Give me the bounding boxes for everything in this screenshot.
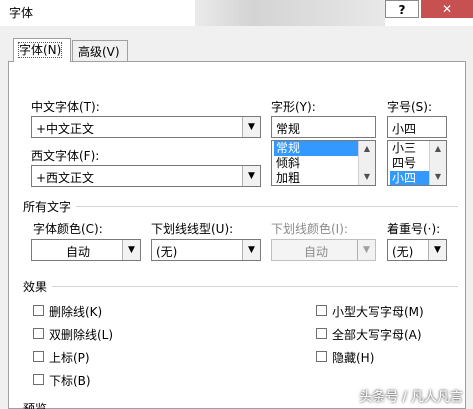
all-caps-checkbox[interactable]: [316, 328, 327, 339]
font-style-list[interactable]: 常规 倾斜 加粗 ▲ ▼: [271, 140, 376, 186]
all-text-heading: 所有文字: [23, 200, 72, 214]
list-item[interactable]: 倾斜: [274, 156, 300, 171]
tab-advanced-label: 高级(V): [78, 45, 120, 59]
chevron-down-icon[interactable]: ▼: [122, 240, 140, 260]
scroll-up-icon[interactable]: ▲: [359, 141, 375, 157]
list-item[interactable]: 常规: [274, 141, 358, 156]
list-item[interactable]: 小四: [390, 171, 429, 185]
font-style-input[interactable]: 常规: [271, 116, 376, 138]
chinese-font-label: 中文字体(T):: [31, 100, 100, 114]
list-item[interactable]: 加粗: [274, 171, 300, 185]
underline-style-label: 下划线线型(U):: [151, 222, 234, 236]
list-item[interactable]: 四号: [390, 156, 416, 171]
underline-style-value: (无): [156, 245, 178, 259]
emphasis-value: (无): [392, 245, 414, 259]
preview-heading: 预览: [23, 402, 48, 409]
scroll-down-icon[interactable]: ▼: [430, 169, 446, 185]
font-size-label: 字号(S):: [387, 100, 433, 114]
font-size-list[interactable]: 小三 四号 小四 ▲ ▼: [387, 140, 447, 186]
chevron-down-icon[interactable]: ▼: [242, 166, 260, 186]
double-strikethrough-checkbox[interactable]: [33, 328, 44, 339]
emphasis-combo[interactable]: (无) ▼: [387, 239, 447, 261]
tab-font-label: 字体(N): [17, 42, 63, 58]
watermark: 头条号 / 凡人凡言: [359, 390, 463, 405]
underline-color-label: 下划线颜色(I):: [271, 222, 348, 236]
hidden-checkbox[interactable]: [316, 351, 327, 362]
strikethrough-label: 删除线(K): [49, 305, 103, 319]
underline-style-combo[interactable]: (无) ▼: [151, 239, 261, 261]
chevron-down-icon[interactable]: ▼: [428, 240, 446, 260]
chevron-down-icon[interactable]: ▼: [242, 117, 260, 137]
small-caps-checkbox[interactable]: [316, 305, 327, 316]
small-caps-label: 小型大写字母(M): [332, 305, 424, 319]
scroll-up-icon[interactable]: ▲: [430, 141, 446, 157]
section-divider: [76, 206, 458, 207]
font-color-combo[interactable]: 自动 ▼: [31, 239, 141, 261]
help-button[interactable]: ?: [385, 0, 419, 18]
effects-heading: 效果: [23, 280, 48, 294]
scrollbar[interactable]: ▲ ▼: [358, 141, 375, 185]
superscript-label: 上标(P): [49, 351, 90, 365]
chinese-font-value: +中文正文: [36, 122, 95, 136]
scrollbar[interactable]: ▲ ▼: [429, 141, 446, 185]
underline-color-combo: 自动 ▼: [271, 239, 376, 261]
western-font-value: +西文正文: [36, 171, 95, 185]
hidden-label: 隐藏(H): [332, 351, 375, 365]
double-strikethrough-label: 双删除线(L): [49, 328, 114, 342]
strikethrough-checkbox[interactable]: [33, 305, 44, 316]
font-color-label: 字体颜色(C):: [33, 222, 103, 236]
western-font-label: 西文字体(F):: [31, 149, 100, 163]
font-size-value: 小四: [392, 122, 417, 136]
all-caps-label: 全部大写字母(A): [332, 328, 422, 342]
window-title: 字体: [9, 6, 34, 20]
tab-font[interactable]: 字体(N): [13, 38, 71, 62]
tab-advanced[interactable]: 高级(V): [72, 40, 128, 61]
blurred-background-strip: [195, 0, 385, 26]
emphasis-label: 着重号(·):: [387, 222, 441, 236]
font-style-label: 字形(Y):: [271, 100, 316, 114]
font-color-value: 自动: [66, 245, 91, 259]
section-divider: [52, 286, 458, 287]
superscript-checkbox[interactable]: [33, 351, 44, 362]
chevron-down-icon[interactable]: ▼: [242, 240, 260, 260]
list-item[interactable]: 小三: [390, 141, 416, 156]
western-font-combo[interactable]: +西文正文 ▼: [31, 165, 261, 187]
subscript-label: 下标(B): [49, 374, 91, 388]
chinese-font-combo[interactable]: +中文正文 ▼: [31, 116, 261, 138]
chevron-down-icon: ▼: [357, 240, 375, 260]
font-size-input[interactable]: 小四: [387, 116, 447, 138]
font-style-value: 常规: [276, 122, 301, 136]
underline-color-value: 自动: [304, 245, 329, 259]
close-button[interactable]: ✕: [421, 0, 473, 18]
subscript-checkbox[interactable]: [33, 374, 44, 385]
scroll-down-icon[interactable]: ▼: [359, 169, 375, 185]
